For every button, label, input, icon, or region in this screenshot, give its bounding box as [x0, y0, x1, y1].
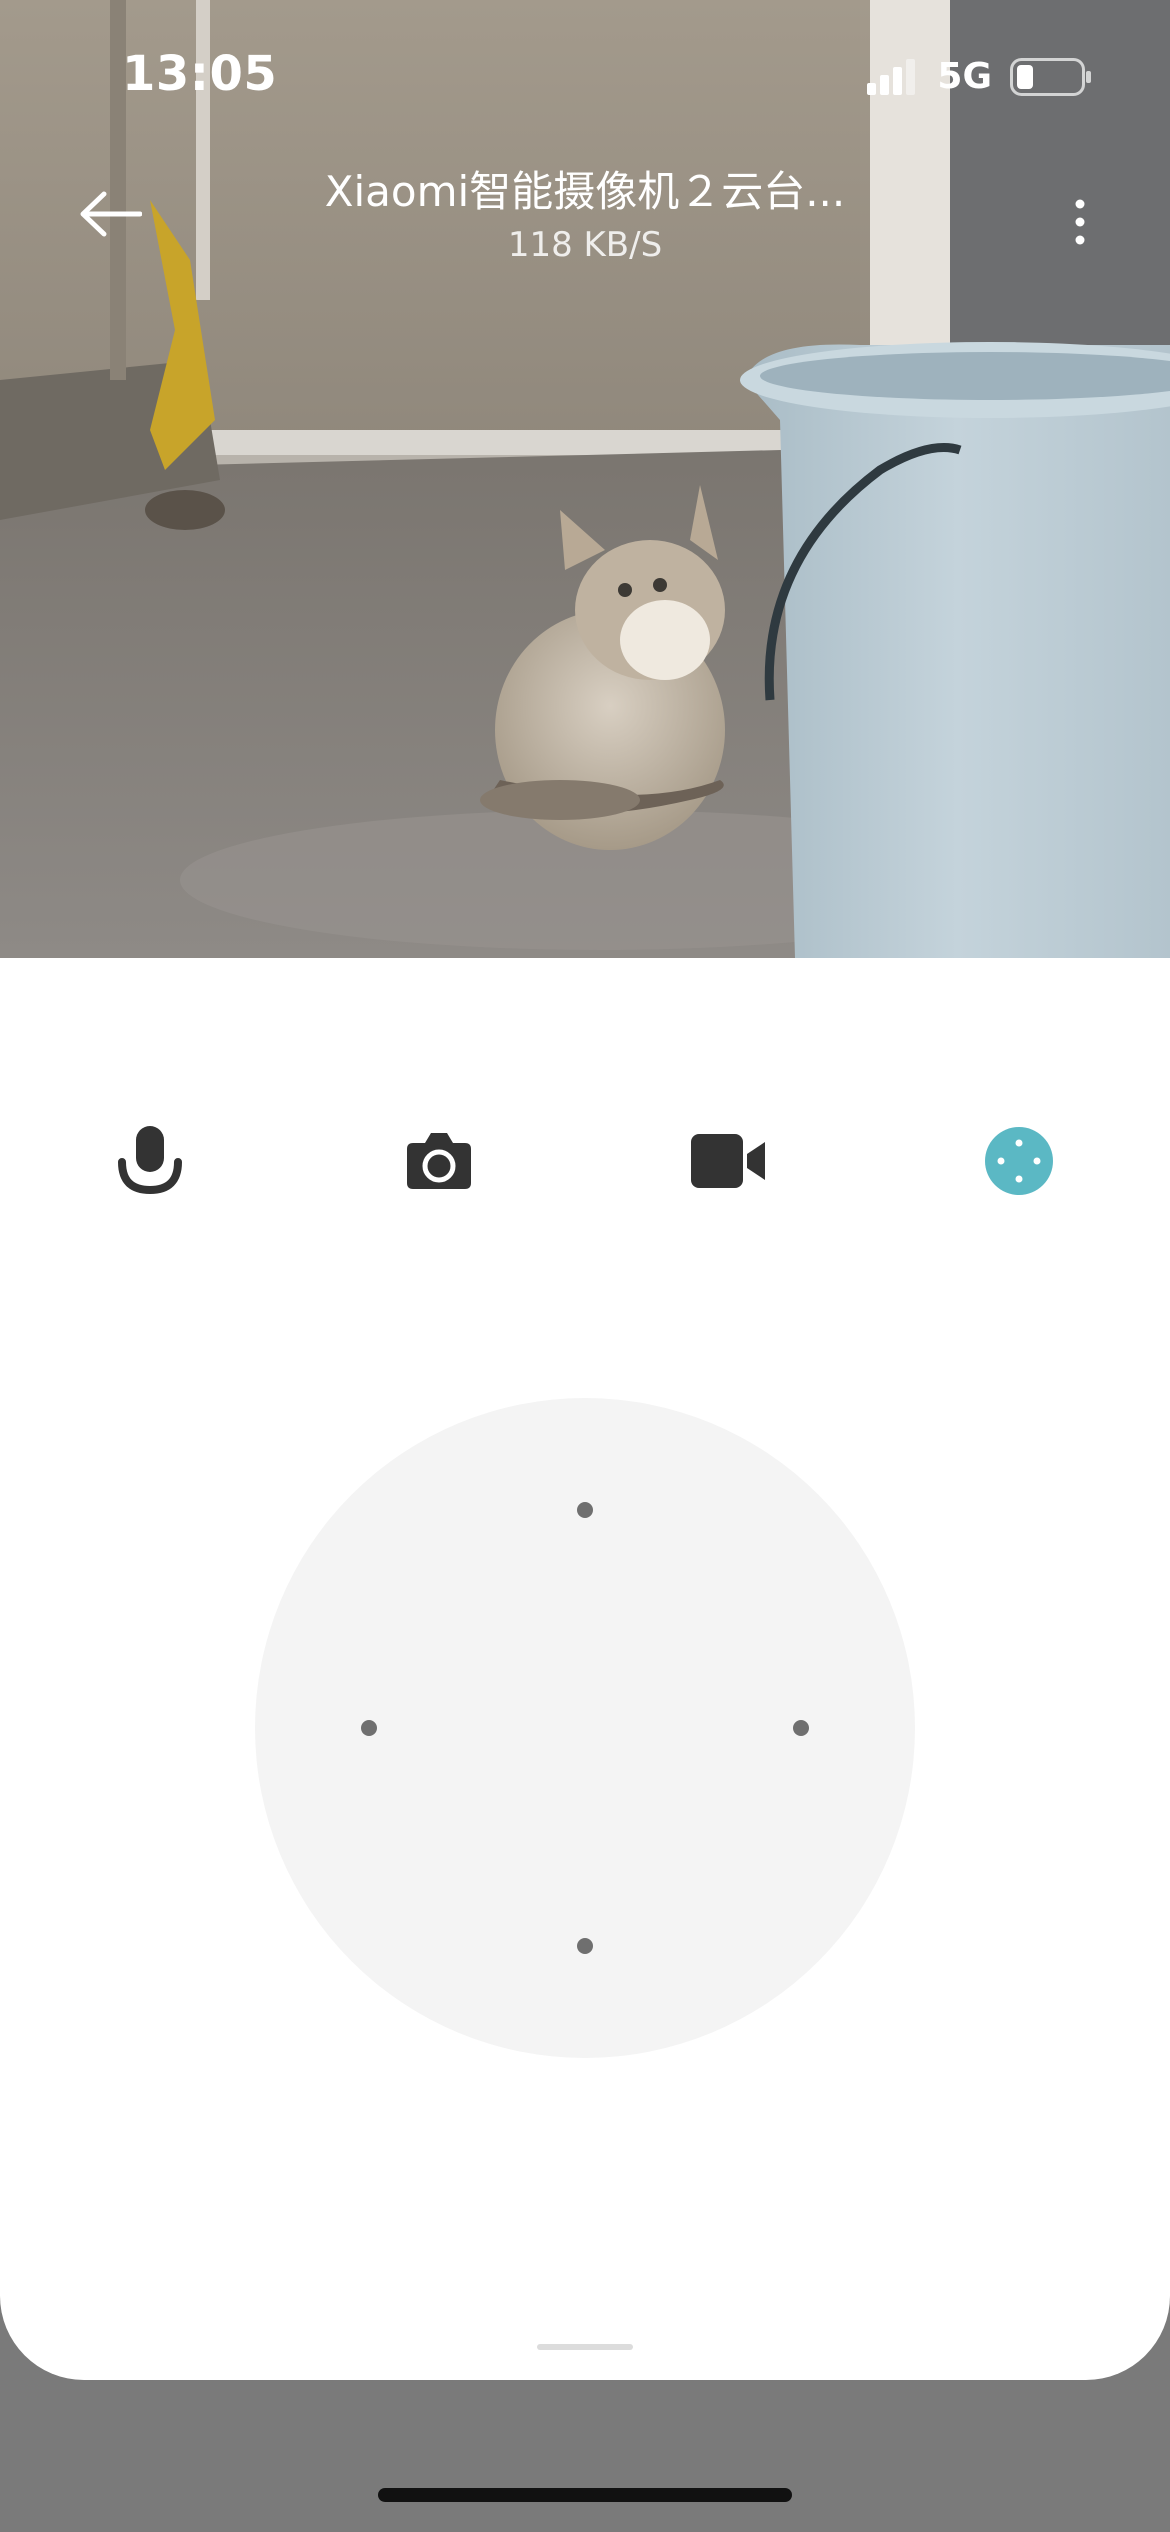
back-arrow-icon [78, 190, 142, 238]
snapshot-button[interactable] [384, 1108, 494, 1218]
record-button[interactable] [674, 1108, 784, 1218]
sheet-drag-handle[interactable] [537, 2344, 633, 2350]
device-title: Xiaomi智能摄像机２云台... [324, 167, 846, 216]
more-button[interactable] [1060, 192, 1100, 252]
signal-bars-icon [867, 58, 919, 95]
direction-pad-icon [985, 1127, 1053, 1199]
camera-live-feed[interactable]: 13:05 5G Xiaomi智能摄像机２云台... 118 KB/S [0, 0, 1170, 958]
dpad-up[interactable] [577, 1502, 593, 1518]
pan-tilt-button[interactable] [964, 1108, 1074, 1218]
dpad-down[interactable] [577, 1938, 593, 1954]
camera-live-screen: 13:05 5G Xiaomi智能摄像机２云台... 118 KB/S [0, 0, 1170, 2532]
more-vertical-icon [1074, 198, 1086, 246]
camera-icon [405, 1131, 473, 1195]
video-camera-icon [691, 1134, 767, 1192]
title-bar: Xiaomi智能摄像机２云台... 118 KB/S [0, 150, 1170, 280]
dpad-left[interactable] [361, 1720, 377, 1736]
control-sheet [0, 958, 1170, 2380]
talk-button[interactable] [95, 1108, 205, 1218]
battery-icon [1010, 57, 1092, 96]
microphone-icon [117, 1126, 183, 1200]
status-time: 13:05 [122, 46, 278, 102]
network-type: 5G [937, 56, 992, 97]
status-indicators: 5G [867, 56, 1092, 97]
back-button[interactable] [70, 184, 150, 244]
direction-pad[interactable] [255, 1398, 915, 2058]
home-indicator[interactable] [378, 2488, 792, 2502]
control-toolbar [0, 1108, 1170, 1218]
title-block: Xiaomi智能摄像机２云台... 118 KB/S [260, 162, 910, 268]
dpad-right[interactable] [793, 1720, 809, 1736]
status-bar: 13:05 5G [0, 0, 1170, 150]
bitrate-readout: 118 KB/S [507, 225, 663, 265]
